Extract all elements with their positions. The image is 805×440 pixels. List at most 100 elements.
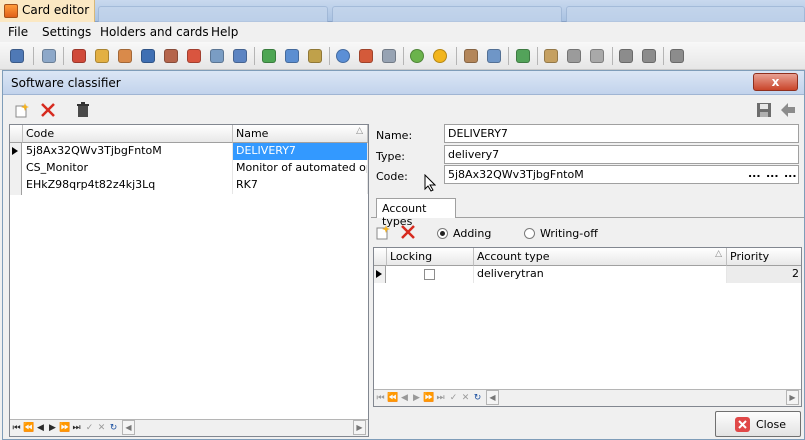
name-label: Name: bbox=[376, 129, 413, 142]
code-dots-button[interactable]: ... bbox=[784, 167, 797, 180]
scroll-right-icon[interactable]: ▶ bbox=[353, 420, 366, 435]
column-header-name[interactable]: Name △ bbox=[233, 125, 368, 143]
nav-next-page-icon[interactable]: ⏩ bbox=[59, 421, 70, 435]
dialog-close-button[interactable]: x bbox=[753, 73, 798, 91]
toolbar-sun-icon[interactable] bbox=[433, 49, 447, 63]
code-field-value: 5j8Ax32QWv3TjbgFntoM bbox=[448, 168, 584, 181]
toolbar-person-icon[interactable] bbox=[464, 49, 478, 63]
table-cell-name[interactable]: RK7 bbox=[233, 177, 368, 194]
toolbar-user-icon[interactable] bbox=[567, 49, 581, 63]
grid-navigator: ⏮ ⏪ ◀ ▶ ⏩ ⏭ ✓ ✕ ↻ ◀ ▶ bbox=[374, 389, 801, 406]
add-record-icon[interactable] bbox=[13, 102, 31, 120]
toolbar-clock-icon[interactable] bbox=[336, 49, 350, 63]
code-label: Code: bbox=[376, 170, 408, 183]
toolbar-separator bbox=[329, 47, 330, 65]
toolbar-user-key-icon[interactable] bbox=[670, 49, 684, 63]
toolbar-user-remove-icon[interactable] bbox=[642, 49, 656, 63]
save-icon[interactable] bbox=[755, 102, 773, 120]
close-button[interactable]: Close bbox=[715, 411, 801, 437]
nav-first-icon[interactable]: ⏮ bbox=[11, 421, 22, 435]
menu-help[interactable]: Help bbox=[211, 25, 238, 39]
column-header-priority[interactable]: Priority bbox=[727, 248, 801, 266]
toolbar-separator bbox=[663, 47, 664, 65]
scroll-right-icon[interactable]: ▶ bbox=[786, 390, 799, 405]
nav-last-icon[interactable]: ⏭ bbox=[71, 421, 82, 435]
toolbar-tree-icon[interactable] bbox=[42, 49, 56, 63]
table-cell-code[interactable]: EHkZ98qrp4t82z4kj3Lq bbox=[23, 177, 233, 194]
column-header-locking[interactable]: Locking bbox=[387, 248, 474, 266]
adding-radio[interactable] bbox=[437, 228, 448, 239]
table-cell-priority[interactable]: 2 bbox=[727, 266, 801, 283]
table-cell-account-type[interactable]: deliverytran bbox=[474, 266, 727, 283]
toolbar-grid-icon[interactable] bbox=[141, 49, 155, 63]
dialog-title: Software classifier bbox=[11, 76, 121, 90]
nav-prev-page-icon[interactable]: ⏪ bbox=[387, 391, 398, 405]
nav-last-icon[interactable]: ⏭ bbox=[435, 391, 446, 405]
table-cell-name[interactable]: Monitor of automated opera bbox=[233, 160, 368, 177]
nav-next-icon[interactable]: ▶ bbox=[411, 391, 422, 405]
nav-refresh-icon[interactable]: ↻ bbox=[108, 421, 119, 435]
toolbar-card-icon[interactable] bbox=[72, 49, 86, 63]
nav-prev-icon[interactable]: ◀ bbox=[35, 421, 46, 435]
nav-first-icon[interactable]: ⏮ bbox=[375, 391, 386, 405]
toolbar-mail-icon[interactable] bbox=[382, 49, 396, 63]
add-account-type-icon[interactable] bbox=[374, 224, 392, 242]
locking-checkbox[interactable] bbox=[424, 269, 435, 280]
code-dots-button[interactable]: ... bbox=[766, 167, 779, 180]
delete-account-type-icon[interactable] bbox=[399, 224, 417, 242]
nav-cancel-icon[interactable]: ✕ bbox=[96, 421, 107, 435]
table-cell-code[interactable]: 5j8Ax32QWv3TjbgFntoM bbox=[23, 143, 233, 160]
column-header-code[interactable]: Code bbox=[23, 125, 233, 143]
column-header-account-type[interactable]: Account type △ bbox=[474, 248, 727, 266]
table-cell-code[interactable]: CS_Monitor bbox=[23, 160, 233, 177]
scroll-left-icon[interactable]: ◀ bbox=[486, 390, 499, 405]
nav-cancel-icon[interactable]: ✕ bbox=[460, 391, 471, 405]
toolbar-edit-icon[interactable] bbox=[164, 49, 178, 63]
app-titlebar: Card editor bbox=[0, 0, 805, 22]
toolbar-separator bbox=[33, 47, 34, 65]
toolbar-box-icon[interactable] bbox=[210, 49, 224, 63]
toolbar-timer-icon[interactable] bbox=[410, 49, 424, 63]
toolbar-db2-icon[interactable] bbox=[285, 49, 299, 63]
nav-post-icon[interactable]: ✓ bbox=[84, 421, 95, 435]
toolbar-user-lock-icon[interactable] bbox=[619, 49, 633, 63]
toolbar-user-add-icon[interactable] bbox=[544, 49, 558, 63]
table-cell-name[interactable]: DELIVERY7 bbox=[233, 143, 368, 160]
nav-prev-page-icon[interactable]: ⏪ bbox=[23, 421, 34, 435]
nav-next-page-icon[interactable]: ⏩ bbox=[423, 391, 434, 405]
tab-account-types[interactable]: Account types bbox=[376, 198, 456, 228]
toolbar-transfer-icon[interactable] bbox=[233, 49, 247, 63]
close-x-icon bbox=[735, 417, 750, 432]
toolbar-add-icon[interactable] bbox=[516, 49, 530, 63]
nav-post-icon[interactable]: ✓ bbox=[448, 391, 459, 405]
name-field[interactable]: DELIVERY7 bbox=[444, 124, 799, 143]
code-dots-button[interactable]: ... bbox=[748, 167, 761, 180]
scroll-left-icon[interactable]: ◀ bbox=[122, 420, 135, 435]
toolbar-book-icon[interactable] bbox=[187, 49, 201, 63]
toolbar-separator bbox=[508, 47, 509, 65]
nav-refresh-icon[interactable]: ↻ bbox=[472, 391, 483, 405]
delete-x-icon[interactable] bbox=[39, 102, 57, 120]
toolbar-folder-icon[interactable] bbox=[95, 49, 109, 63]
close-button-label: Close bbox=[756, 418, 786, 431]
toolbar-copy-icon[interactable] bbox=[487, 49, 501, 63]
menu-settings[interactable]: Settings bbox=[42, 25, 91, 39]
nav-prev-icon[interactable]: ◀ bbox=[399, 391, 410, 405]
toolbar-user2-icon[interactable] bbox=[590, 49, 604, 63]
code-field[interactable]: 5j8Ax32QWv3TjbgFntoM bbox=[444, 165, 799, 184]
table-cell-locking[interactable] bbox=[387, 266, 474, 283]
type-field[interactable]: delivery7 bbox=[444, 145, 799, 164]
current-row-arrow-icon bbox=[376, 270, 382, 278]
writing-off-radio[interactable] bbox=[524, 228, 535, 239]
menu-file[interactable]: File bbox=[8, 25, 28, 39]
back-arrow-icon[interactable] bbox=[779, 102, 797, 120]
toolbar-db3-icon[interactable] bbox=[308, 49, 322, 63]
toolbar-exit-icon[interactable] bbox=[10, 49, 24, 63]
toolbar-report-icon[interactable] bbox=[359, 49, 373, 63]
toolbar-users-icon[interactable] bbox=[118, 49, 132, 63]
trash-icon[interactable] bbox=[74, 102, 92, 120]
nav-next-icon[interactable]: ▶ bbox=[47, 421, 58, 435]
toolbar-db-icon[interactable] bbox=[262, 49, 276, 63]
menu-bar: File Settings Holders and cards Help bbox=[0, 22, 805, 42]
menu-holders-and-cards[interactable]: Holders and cards bbox=[100, 25, 209, 39]
